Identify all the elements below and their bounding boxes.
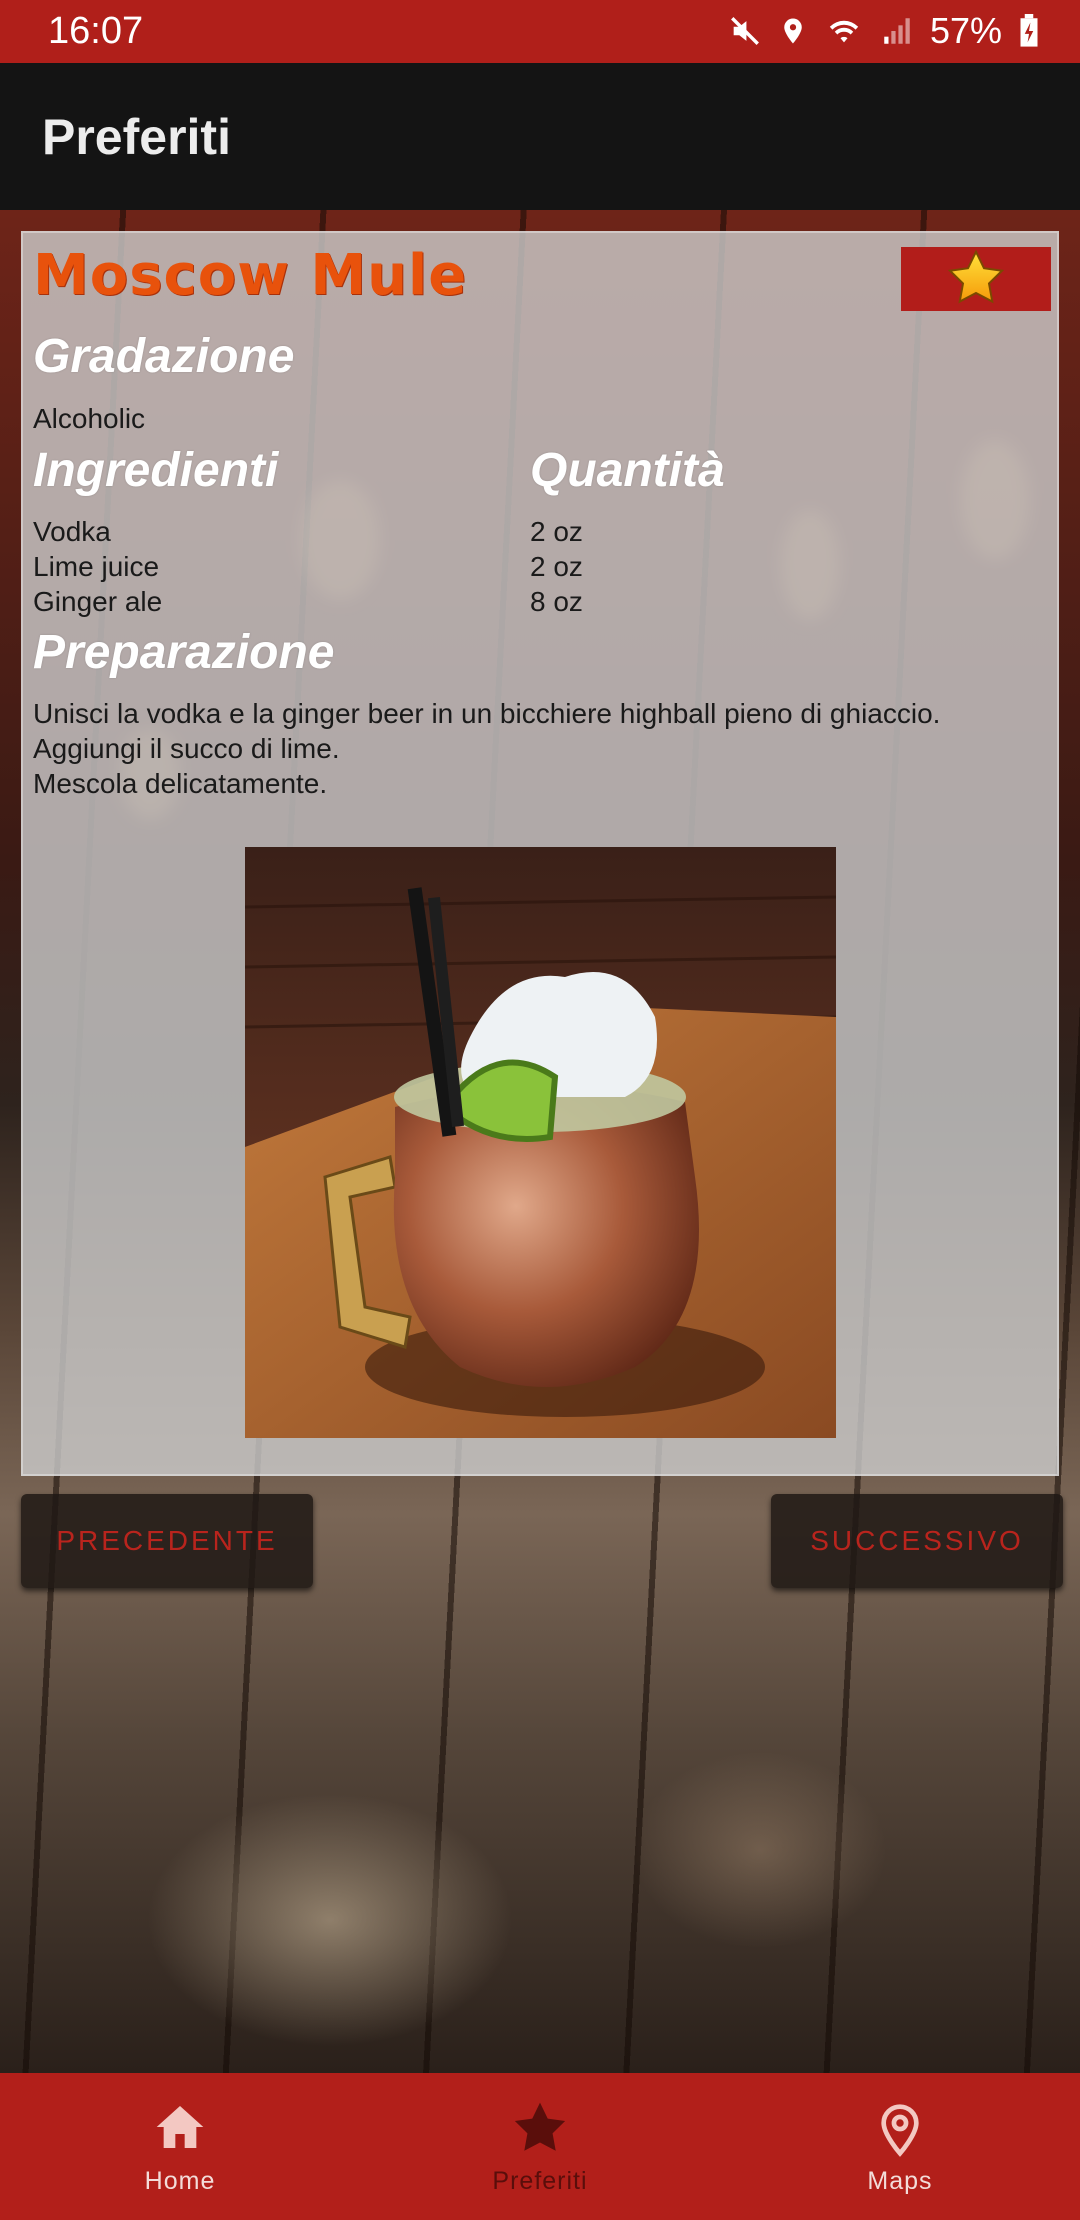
tab-home[interactable]: Home — [0, 2073, 360, 2220]
battery-percent: 57% — [929, 10, 1002, 51]
preparazione-text: Unisci la vodka e la ginger beer in un b… — [33, 696, 1043, 801]
next-button[interactable]: SUCCESSIVO — [771, 1494, 1063, 1588]
ingredients-list: Vodka Lime juice Ginger ale — [33, 514, 162, 619]
status-icons: 57% — [728, 10, 1040, 52]
ingredient-name: Ginger ale — [33, 586, 163, 617]
tab-preferiti[interactable]: Preferiti — [360, 2073, 720, 2220]
tab-home-label: Home — [144, 2167, 216, 2195]
location-icon — [778, 14, 808, 48]
app-bar: Preferiti — [0, 63, 1080, 210]
preparazione-heading: Preparazione — [33, 626, 335, 679]
ingredient-name: Lime juice — [33, 551, 160, 582]
home-icon — [152, 2099, 208, 2160]
drink-photo — [245, 847, 836, 1438]
ingredient-name: Vodka — [33, 516, 111, 547]
star-icon — [510, 2099, 570, 2162]
quantities-list: 2 oz 2 oz 8 oz — [530, 514, 583, 619]
mute-icon — [728, 14, 762, 48]
preparazione-line: Unisci la vodka e la ginger beer in un b… — [33, 698, 941, 729]
gradazione-heading: Gradazione — [33, 330, 295, 383]
preparazione-line: Aggiungi il succo di lime. — [33, 733, 340, 764]
tab-maps[interactable]: Maps — [720, 2073, 1080, 2220]
ingredient-quantity: 8 oz — [530, 586, 583, 617]
previous-button[interactable]: PRECEDENTE — [21, 1494, 313, 1588]
quantita-heading: Quantità — [530, 444, 725, 497]
tab-preferiti-label: Preferiti — [492, 2167, 588, 2195]
ingredient-quantity: 2 oz — [530, 551, 583, 582]
ingredienti-heading: Ingredienti — [33, 444, 279, 497]
battery-icon — [1018, 14, 1040, 48]
wifi-icon — [824, 14, 864, 48]
ingredient-quantity: 2 oz — [530, 516, 583, 547]
status-time: 16:07 — [48, 10, 144, 52]
map-pin-icon — [872, 2099, 928, 2166]
signal-icon — [880, 14, 914, 48]
drink-name: Moscow Mule — [33, 243, 468, 308]
favorite-button[interactable] — [901, 247, 1051, 311]
gradazione-value: Alcoholic — [33, 403, 146, 434]
status-bar: 16:07 57% — [0, 0, 1080, 63]
bottom-nav: Home Preferiti Maps — [0, 2073, 1080, 2220]
page-title: Preferiti — [42, 109, 231, 165]
tab-maps-label: Maps — [867, 2167, 933, 2195]
star-icon — [944, 248, 1008, 311]
preparazione-line: Mescola delicatamente. — [33, 768, 328, 799]
drink-card: Moscow Mule Gradazione Alcoholic Ingredi… — [21, 231, 1059, 1476]
